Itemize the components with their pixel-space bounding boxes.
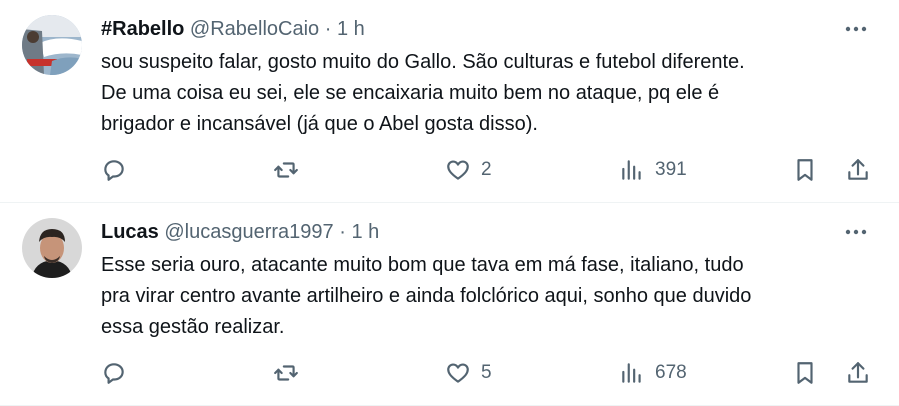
share-button[interactable] [845, 152, 871, 188]
more-dots-icon [845, 229, 867, 235]
user-handle[interactable]: @lucasguerra1997 [164, 221, 333, 243]
avatar-image [22, 15, 82, 75]
more-options-button[interactable] [841, 217, 871, 247]
heart-icon [447, 160, 469, 180]
tweet-header: Lucas @lucasguerra1997 · 1 h [101, 219, 379, 245]
like-button[interactable]: 2 [445, 152, 492, 188]
tweet-text: sou suspeito falar, gosto muito do Gallo… [101, 47, 871, 140]
display-name[interactable]: Lucas [101, 221, 159, 243]
separator-dot: · [339, 221, 346, 243]
like-button[interactable]: 5 [445, 355, 492, 391]
views-button[interactable]: 678 [619, 355, 687, 391]
bookmark-icon [797, 159, 813, 181]
tweet-text-line: sou suspeito falar, gosto muito do Gallo… [101, 51, 745, 73]
reply-button[interactable] [101, 355, 127, 391]
timestamp[interactable]: 1 h [337, 18, 365, 40]
avatar-image [22, 218, 82, 278]
tweet-text: Esse seria ouro, atacante muito bom que … [101, 250, 871, 343]
reply-bubble-icon [104, 363, 124, 384]
reply-bubble-icon [104, 160, 124, 181]
bookmark-button[interactable] [792, 152, 818, 188]
more-dots-icon [845, 26, 867, 32]
separator-dot: · [324, 18, 332, 40]
like-count: 5 [481, 362, 492, 383]
views-bars-icon [622, 363, 641, 383]
tweet-text-line: essa gestão realizar. [101, 316, 285, 338]
share-icon [848, 362, 868, 383]
display-name[interactable]: #Rabello [101, 18, 184, 40]
action-bar: 2 391 [101, 152, 876, 188]
retweet-button[interactable] [273, 355, 299, 391]
tweet-text-line: pra virar centro avante artilheiro e ain… [101, 285, 752, 307]
user-handle[interactable]: @RabelloCaio [190, 18, 319, 40]
avatar[interactable] [22, 218, 82, 278]
view-count: 678 [655, 362, 687, 383]
more-options-button[interactable] [841, 14, 871, 44]
avatar[interactable] [22, 15, 82, 75]
tweet-text-line: brigador e incansável (já que o Abel gos… [101, 113, 538, 135]
share-button[interactable] [845, 355, 871, 391]
retweet-icon [274, 365, 298, 381]
bookmark-icon [797, 362, 813, 384]
tweet-header: #Rabello @RabelloCaio · 1 h [101, 16, 365, 42]
retweet-button[interactable] [273, 152, 299, 188]
tweet-text-line: De uma coisa eu sei, ele se encaixaria m… [101, 82, 720, 104]
bookmark-button[interactable] [792, 355, 818, 391]
share-icon [848, 159, 868, 180]
timestamp[interactable]: 1 h [351, 221, 379, 243]
views-button[interactable]: 391 [619, 152, 687, 188]
view-count: 391 [655, 159, 687, 180]
action-bar: 5 678 [101, 355, 876, 391]
tweet-text-line: Esse seria ouro, atacante muito bom que … [101, 254, 744, 276]
like-count: 2 [481, 159, 492, 180]
tweet: Lucas @lucasguerra1997 · 1 h Esse seria … [0, 203, 899, 406]
retweet-icon [274, 162, 298, 178]
reply-button[interactable] [101, 152, 127, 188]
tweet: #Rabello @RabelloCaio · 1 h sou suspeito… [0, 0, 899, 203]
views-bars-icon [622, 160, 641, 180]
heart-icon [447, 363, 469, 383]
